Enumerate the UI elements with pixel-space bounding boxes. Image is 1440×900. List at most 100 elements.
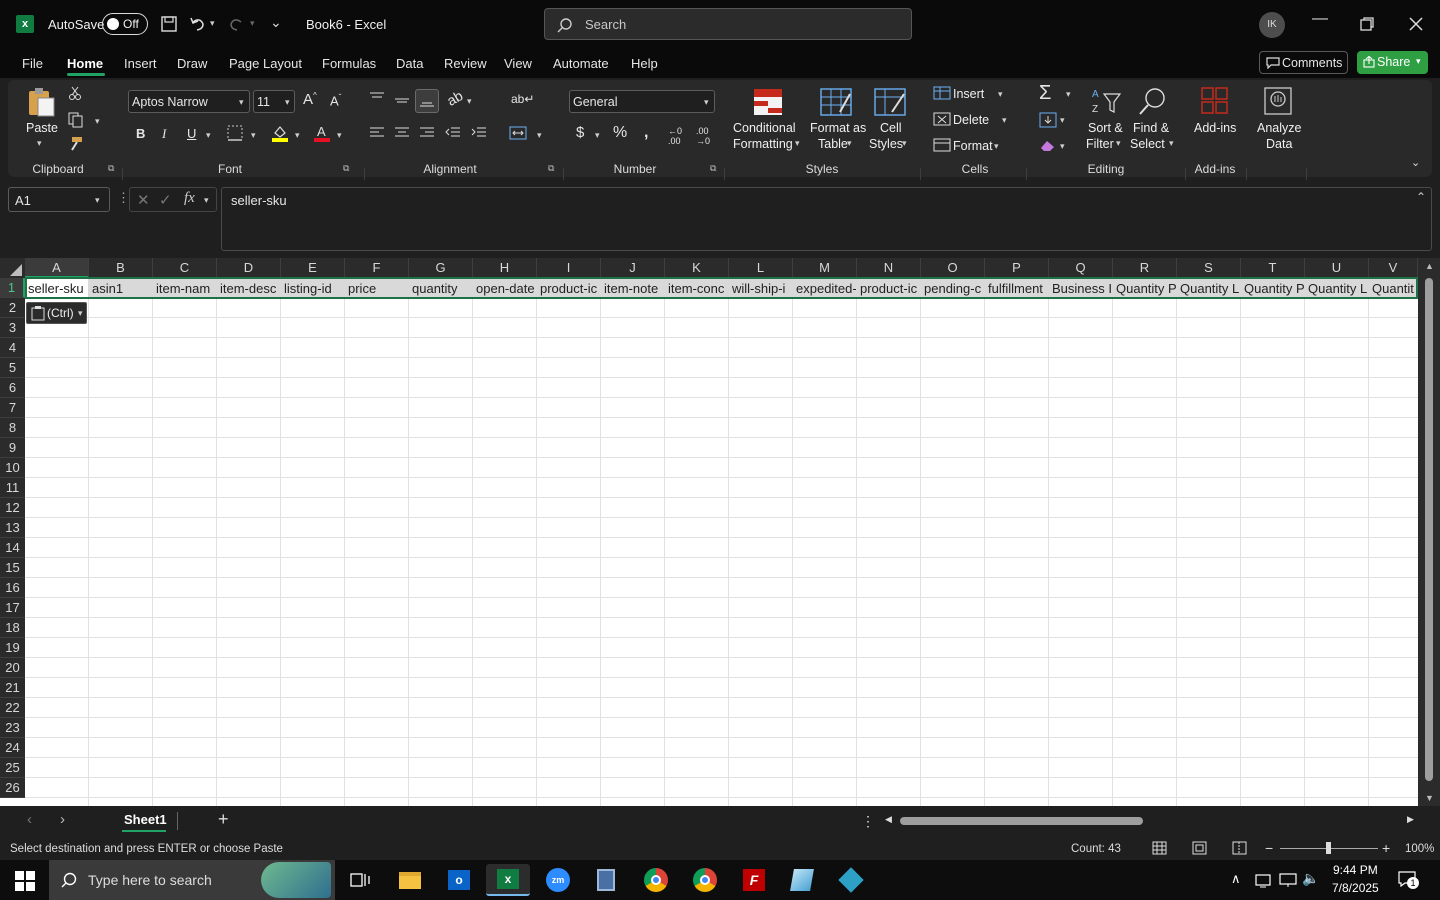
- format-cells-label[interactable]: Format: [953, 138, 993, 154]
- tab-data[interactable]: Data: [396, 56, 423, 71]
- tab-view[interactable]: View: [504, 56, 532, 71]
- row-header-17[interactable]: 17: [0, 598, 25, 618]
- format-as-table-icon[interactable]: [820, 88, 852, 116]
- column-header-T[interactable]: T: [1241, 258, 1305, 278]
- column-header-G[interactable]: G: [409, 258, 473, 278]
- find-select-icon[interactable]: [1136, 86, 1168, 116]
- tab-page-layout[interactable]: Page Layout: [229, 56, 302, 71]
- sort-filter-icon[interactable]: AZ: [1090, 86, 1122, 116]
- cut-icon[interactable]: [68, 86, 82, 100]
- row-header-24[interactable]: 24: [0, 738, 25, 758]
- row-header-19[interactable]: 19: [0, 638, 25, 658]
- row-header-18[interactable]: 18: [0, 618, 25, 638]
- collapse-ribbon-icon[interactable]: ⌄: [1411, 156, 1420, 169]
- analyze-data-label-2[interactable]: Data: [1266, 136, 1292, 152]
- row-header-13[interactable]: 13: [0, 518, 25, 538]
- share-button[interactable]: Share ▾: [1357, 51, 1428, 74]
- column-header-C[interactable]: C: [153, 258, 217, 278]
- column-header-B[interactable]: B: [89, 258, 153, 278]
- orientation-icon[interactable]: ab: [444, 87, 465, 109]
- row-header-22[interactable]: 22: [0, 698, 25, 718]
- row-header-3[interactable]: 3: [0, 318, 25, 338]
- chevron-down-icon[interactable]: ▾: [1116, 138, 1121, 149]
- sheet-tab-sheet1[interactable]: Sheet1: [116, 806, 173, 834]
- windows-start-icon[interactable]: [15, 871, 35, 891]
- chevron-down-icon[interactable]: ▾: [1002, 115, 1007, 126]
- tab-split-handle-icon[interactable]: ⋮: [861, 813, 875, 830]
- task-view-icon[interactable]: [350, 872, 370, 888]
- column-header-S[interactable]: S: [1177, 258, 1241, 278]
- column-header-U[interactable]: U: [1305, 258, 1369, 278]
- autosum-dropdown-icon[interactable]: ▾: [1066, 89, 1071, 100]
- column-header-Q[interactable]: Q: [1049, 258, 1113, 278]
- collapse-formula-icon[interactable]: ⌃: [1416, 190, 1426, 204]
- page-layout-view-icon[interactable]: [1192, 841, 1207, 855]
- column-header-K[interactable]: K: [665, 258, 729, 278]
- increase-font-icon[interactable]: A^: [303, 91, 317, 108]
- cell-styles-icon[interactable]: [874, 88, 906, 116]
- font-size-select[interactable]: 11 ▾: [253, 90, 295, 113]
- avatar[interactable]: IK: [1259, 12, 1285, 38]
- scroll-down-icon[interactable]: ▼: [1425, 793, 1434, 803]
- display-icon[interactable]: [1279, 872, 1297, 888]
- chevron-down-icon[interactable]: ▾: [998, 89, 1003, 100]
- column-header-N[interactable]: N: [857, 258, 921, 278]
- row-header-8[interactable]: 8: [0, 418, 25, 438]
- add-ins-icon[interactable]: [1200, 86, 1230, 116]
- currency-dropdown-icon[interactable]: ▾: [595, 130, 600, 141]
- row-header-2[interactable]: 2: [0, 298, 25, 318]
- row-header-25[interactable]: 25: [0, 758, 25, 778]
- minimize-icon[interactable]: —: [1312, 10, 1328, 28]
- chevron-down-icon[interactable]: ▾: [795, 138, 800, 149]
- increase-decimal-icon[interactable]: ←0.00: [668, 126, 682, 146]
- vertical-scrollbar[interactable]: ▲ ▼: [1418, 258, 1440, 806]
- italic-icon[interactable]: I: [162, 126, 166, 142]
- font-family-select[interactable]: Aptos Narrow ▾: [128, 90, 250, 113]
- analyze-data-label-1[interactable]: Analyze: [1257, 120, 1301, 136]
- add-sheet-button[interactable]: +: [218, 809, 229, 830]
- row-header-10[interactable]: 10: [0, 458, 25, 478]
- cell-styles-label-1[interactable]: Cell: [880, 120, 902, 136]
- filezilla-icon[interactable]: F: [734, 864, 774, 896]
- select-all-corner[interactable]: [0, 258, 25, 278]
- row-header-23[interactable]: 23: [0, 718, 25, 738]
- tab-draw[interactable]: Draw: [177, 56, 207, 71]
- format-painter-icon[interactable]: [68, 136, 84, 152]
- chrome-profile-icon[interactable]: [685, 864, 725, 896]
- bottom-align-button[interactable]: [415, 89, 439, 113]
- zoom-in-icon[interactable]: +: [1382, 840, 1390, 856]
- close-icon[interactable]: [1408, 16, 1424, 32]
- format-as-table-label-1[interactable]: Format as: [810, 120, 866, 136]
- column-header-M[interactable]: M: [793, 258, 857, 278]
- font-launcher-icon[interactable]: ⧉: [343, 163, 349, 174]
- find-select-label-1[interactable]: Find &: [1133, 120, 1169, 136]
- merge-dropdown-icon[interactable]: ▾: [537, 130, 542, 141]
- tab-formulas[interactable]: Formulas: [322, 56, 376, 71]
- status-count[interactable]: Count: 43: [1071, 843, 1121, 855]
- cell-styles-label-2[interactable]: Styles: [869, 136, 903, 152]
- column-header-F[interactable]: F: [345, 258, 409, 278]
- tab-home[interactable]: Home: [67, 56, 103, 71]
- chevron-down-icon[interactable]: ▾: [1169, 138, 1174, 149]
- column-header-I[interactable]: I: [537, 258, 601, 278]
- chevron-down-icon[interactable]: ▾: [204, 195, 209, 206]
- enter-icon[interactable]: ✓: [159, 191, 172, 209]
- delete-cells-icon[interactable]: [933, 112, 951, 126]
- middle-align-icon[interactable]: [394, 92, 410, 106]
- fill-color-icon[interactable]: [271, 124, 289, 142]
- clear-icon[interactable]: [1039, 138, 1057, 152]
- font-color-dropdown-icon[interactable]: ▾: [337, 130, 342, 141]
- column-header-E[interactable]: E: [281, 258, 345, 278]
- column-header-R[interactable]: R: [1113, 258, 1177, 278]
- normal-view-icon[interactable]: [1152, 841, 1167, 855]
- formula-input[interactable]: seller-sku ⌃: [221, 187, 1432, 251]
- column-header-O[interactable]: O: [921, 258, 985, 278]
- borders-icon[interactable]: [227, 125, 243, 141]
- column-header-A[interactable]: A: [25, 258, 89, 278]
- number-launcher-icon[interactable]: ⧉: [710, 163, 716, 174]
- row-header-20[interactable]: 20: [0, 658, 25, 678]
- scroll-left-icon[interactable]: ◀: [885, 814, 892, 825]
- clear-dropdown-icon[interactable]: ▾: [1060, 141, 1065, 152]
- row-header-11[interactable]: 11: [0, 478, 25, 498]
- wrap-text-icon[interactable]: ab↵: [511, 92, 534, 106]
